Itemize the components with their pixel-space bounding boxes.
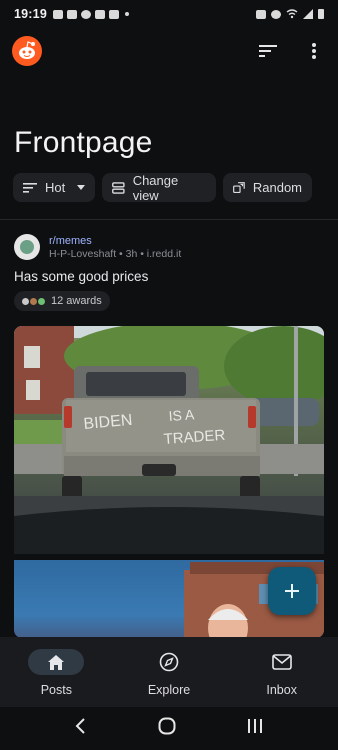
awards-label: 12 awards: [51, 295, 102, 307]
change-view-button[interactable]: Change view: [102, 172, 216, 203]
feed-toolbar: Hot Change view Random: [13, 172, 312, 203]
sort-icon[interactable]: [256, 39, 280, 63]
more-vertical-icon[interactable]: [302, 39, 326, 63]
subreddit-link[interactable]: r/memes: [49, 235, 181, 247]
plus-icon: [285, 584, 299, 598]
reddit-logo-icon[interactable]: [12, 36, 42, 66]
notification-icon: [66, 9, 77, 19]
alarm-icon: [256, 9, 266, 19]
home-circle-icon[interactable]: [158, 717, 176, 740]
notification-icon: [52, 9, 63, 19]
nav-explore[interactable]: Explore: [113, 637, 226, 707]
truck-image: BIDEN IS A TRADER: [14, 326, 324, 554]
back-icon[interactable]: [75, 718, 87, 739]
nav-inbox[interactable]: Inbox: [225, 637, 338, 707]
notification-icons: [52, 9, 129, 19]
award-icon: [38, 297, 45, 305]
subreddit-avatar[interactable]: [14, 234, 40, 260]
bottom-navigation: Posts Explore Inbox: [0, 637, 338, 707]
award-icon: [30, 297, 37, 305]
award-icons: [22, 297, 45, 305]
signal-icon: [303, 9, 313, 19]
app-header: [0, 28, 338, 74]
random-icon: [233, 182, 245, 194]
award-icon: [22, 297, 29, 305]
sort-lines-icon: [23, 182, 37, 193]
mute-icon: [271, 9, 281, 19]
random-button[interactable]: Random: [223, 173, 312, 202]
mail-icon: [254, 649, 310, 675]
recents-icon[interactable]: [247, 718, 263, 739]
svg-text:IS A: IS A: [168, 406, 195, 424]
awards-badge[interactable]: 12 awards: [14, 291, 110, 311]
post-byline: H-P-Loveshaft • 3h • i.redd.it: [49, 247, 182, 260]
home-icon: [28, 649, 85, 675]
post-title[interactable]: Has some good prices: [14, 269, 148, 284]
compass-icon: [141, 649, 197, 675]
chevron-down-icon: [77, 185, 85, 190]
notification-icon: [80, 9, 91, 19]
sort-label: Hot: [45, 180, 66, 195]
page-title: Frontpage: [14, 126, 153, 159]
nav-inbox-label: Inbox: [266, 683, 297, 697]
nav-posts-label: Posts: [40, 683, 72, 697]
notification-icon: [108, 9, 119, 19]
sort-dropdown[interactable]: Hot: [13, 173, 95, 202]
random-label: Random: [252, 180, 302, 195]
subreddit-prefix: r/: [49, 234, 56, 247]
status-bar: 19:19: [0, 0, 338, 28]
status-time: 19:19: [14, 7, 47, 21]
divider: [0, 219, 338, 220]
notification-icon: [94, 9, 105, 19]
view-icon: [112, 181, 125, 194]
nav-explore-label: Explore: [147, 683, 191, 697]
nav-posts[interactable]: Posts: [0, 637, 113, 707]
change-view-label: Change view: [132, 172, 179, 203]
system-navigation-bar: [0, 707, 338, 750]
more-notifications-icon: [124, 12, 129, 16]
system-status-icons: [256, 9, 324, 19]
avatar-face-icon: [20, 240, 34, 254]
post-meta: r/memes H-P-Loveshaft • 3h • i.redd.it: [14, 234, 181, 260]
wifi-icon: [286, 9, 298, 19]
create-post-button[interactable]: [268, 567, 316, 615]
battery-icon: [318, 9, 324, 19]
subreddit-name: memes: [55, 234, 92, 247]
